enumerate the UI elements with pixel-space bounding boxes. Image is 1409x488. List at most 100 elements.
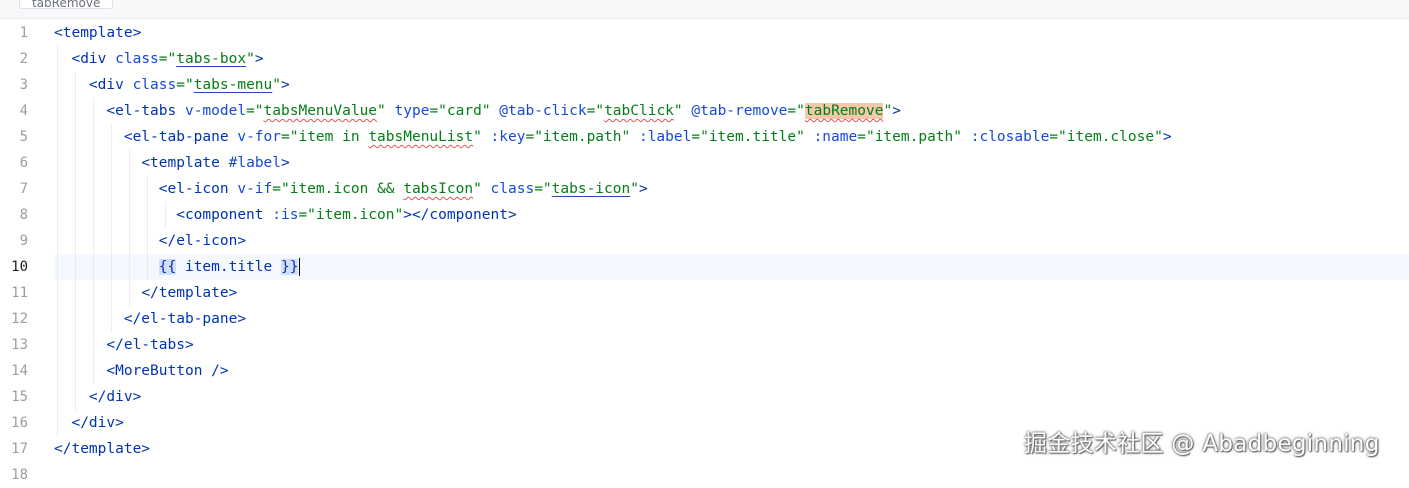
line-number: 13 — [11, 337, 28, 353]
tag-token: > — [281, 155, 290, 171]
code-line-7[interactable]: <el-icon v-if="item.icon && tabsIcon" cl… — [54, 176, 648, 202]
brace-match-open: {{ — [158, 259, 177, 275]
code-line-1[interactable]: <template> — [54, 20, 141, 46]
line-number-current: 10 — [11, 259, 28, 275]
tag-token: </template> — [54, 441, 151, 457]
highlighted-token: tabRemove — [804, 103, 884, 119]
code-line-16[interactable]: </div> — [54, 410, 124, 436]
tag-token: </el-icon> — [158, 233, 247, 249]
tag-token: > — [281, 77, 290, 93]
line-number: 8 — [19, 207, 28, 223]
string-token: " — [246, 51, 255, 67]
line-number: 5 — [19, 129, 28, 145]
tag-token: > — [638, 181, 648, 197]
attr-token: class — [490, 181, 535, 197]
line-number: 14 — [11, 363, 28, 379]
text-cursor — [299, 258, 301, 276]
attr-token: @tab-remove — [691, 103, 788, 119]
string-token: =" — [158, 51, 177, 67]
code-line-14[interactable]: <MoreButton /> — [54, 358, 229, 384]
tag-token: </el-tab-pane> — [123, 311, 247, 327]
tag-token: </el-tabs> — [106, 337, 194, 353]
typo-token: tabsMenuValue — [263, 103, 378, 119]
code-editor[interactable]: 1 2 3 4 5 6 7 8 9 10 11 12 13 14 15 16 1… — [0, 18, 1409, 483]
code-line-10[interactable]: {{ item.title }} — [54, 254, 301, 280]
tag-token: ></component> — [403, 207, 517, 223]
tag-token: <template — [141, 155, 229, 171]
tag-token: <el-tab-pane — [123, 129, 238, 145]
attr-token: :key — [490, 129, 526, 145]
code-line-2[interactable]: <div class="tabs-box"> — [54, 46, 264, 72]
tag-token: </div> — [71, 415, 124, 431]
string-token: " — [473, 181, 491, 197]
code-line-4[interactable]: <el-tabs v-model="tabsMenuValue" type="c… — [54, 98, 901, 124]
code-line-3[interactable]: <div class="tabs-menu"> — [54, 72, 290, 98]
string-token: ="item.icon && — [272, 181, 404, 197]
line-number: 15 — [11, 389, 28, 405]
typo-token: tabsIcon — [403, 181, 474, 197]
string-token: " — [630, 181, 639, 197]
attr-token: class — [115, 51, 159, 67]
attr-token: @tab-click — [499, 103, 587, 119]
brace-match-close: }} — [281, 259, 299, 275]
tag-token: <component — [176, 207, 273, 223]
attr-token: v-for — [237, 129, 281, 145]
tag-token: > — [1162, 129, 1172, 145]
line-number-gutter[interactable]: 1 2 3 4 5 6 7 8 9 10 11 12 13 14 15 16 1… — [0, 18, 40, 483]
string-token: " — [883, 103, 893, 119]
string-token: ="item.path" — [525, 129, 639, 145]
string-token: " — [377, 103, 395, 119]
code-line-9[interactable]: </el-icon> — [54, 228, 246, 254]
code-line-11[interactable]: </template> — [54, 280, 237, 306]
string-token: " — [673, 103, 692, 119]
string-token: ="card" — [429, 103, 500, 119]
tag-token: </div> — [88, 389, 142, 405]
editor-breadcrumb-bar: ⌃ tabRemove — [0, 0, 1409, 19]
tag-token: <MoreButton /> — [106, 363, 229, 379]
class-reference[interactable]: tabs-box — [176, 51, 246, 67]
code-line-12[interactable]: </el-tab-pane> — [54, 306, 246, 332]
attr-token: type — [394, 103, 430, 119]
string-token: " — [473, 129, 491, 145]
class-reference[interactable]: tabs-menu — [194, 77, 273, 93]
line-number: 4 — [19, 103, 28, 119]
attr-token: class — [132, 77, 177, 93]
breadcrumb-item[interactable]: tabRemove — [19, 0, 114, 10]
tag-token: > — [892, 103, 901, 119]
code-line-5[interactable]: <el-tab-pane v-for="item in tabsMenuList… — [54, 124, 1172, 150]
line-number: 7 — [19, 181, 28, 197]
string-token: ="item.icon" — [298, 207, 404, 223]
tag-token: <div — [88, 77, 133, 93]
attr-token: v-if — [237, 181, 273, 197]
string-token: =" — [586, 103, 605, 119]
line-number: 17 — [11, 441, 28, 457]
string-token: =" — [246, 103, 264, 119]
string-token: =" — [787, 103, 805, 119]
code-line-17[interactable]: </template> — [54, 436, 150, 462]
tag-token: <el-icon — [158, 181, 238, 197]
attr-token: :is — [272, 207, 299, 223]
attr-token: :label — [638, 129, 692, 145]
interpolation-expression: item.title — [176, 259, 281, 275]
tag-token: <template> — [54, 25, 142, 41]
line-number: 18 — [11, 467, 28, 483]
line-number: 3 — [19, 77, 28, 93]
code-line-13[interactable]: </el-tabs> — [54, 332, 194, 358]
tag-token: <el-tabs — [106, 103, 185, 119]
watermark: 掘金技术社区 @ Abadbeginning — [1024, 431, 1380, 457]
code-line-6[interactable]: <template #label> — [54, 150, 290, 176]
string-token: ="item.path" — [857, 129, 971, 145]
typo-token: tabClick — [604, 103, 674, 119]
string-token: " — [272, 77, 282, 93]
attr-token: :name — [813, 129, 858, 145]
line-number: 12 — [11, 311, 28, 327]
chevron-up-icon[interactable]: ⌃ — [4, 0, 14, 8]
code-line-8[interactable]: <component :is="item.icon"></component> — [54, 202, 517, 228]
line-number: 9 — [19, 233, 28, 249]
tag-token: <div — [71, 51, 116, 67]
code-line-15[interactable]: </div> — [54, 384, 141, 410]
line-number: 11 — [11, 285, 28, 301]
typo-token: tabsMenuList — [368, 129, 474, 145]
tag-token: > — [254, 51, 264, 67]
class-reference[interactable]: tabs-icon — [552, 181, 631, 197]
